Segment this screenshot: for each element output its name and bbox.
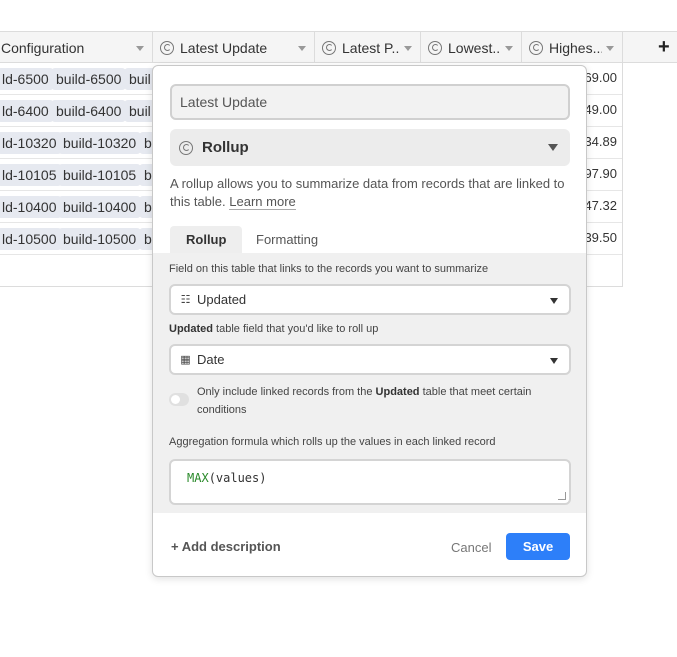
rollup-spiral-icon bbox=[428, 40, 442, 55]
highest-value-cell[interactable]: 34.89 bbox=[584, 134, 617, 149]
column-header-highest[interactable]: Highes... bbox=[522, 32, 623, 63]
field-type-label: Rollup bbox=[202, 139, 249, 156]
caret-down-icon bbox=[550, 358, 558, 364]
linked-record-chip[interactable]: ld-10320 bbox=[0, 132, 62, 154]
link-field-select[interactable]: ☷ Updated bbox=[169, 284, 571, 315]
column-header-latest-p[interactable]: Latest P... bbox=[315, 32, 421, 63]
field-name-input[interactable]: Latest Update bbox=[170, 84, 570, 120]
chevron-down-icon[interactable] bbox=[505, 44, 513, 52]
rollup-field-label: Updated table field that you'd like to r… bbox=[169, 323, 378, 335]
rollup-spiral-icon bbox=[179, 140, 193, 155]
cell-border bbox=[622, 127, 623, 159]
cell-border bbox=[622, 191, 623, 223]
rollup-field-label-text: table field that you'd like to roll up bbox=[213, 323, 379, 335]
linked-record-chip[interactable]: build-10320 bbox=[58, 132, 142, 154]
highest-value-cell[interactable]: 47.32 bbox=[584, 198, 617, 213]
caret-down-icon bbox=[548, 144, 558, 151]
cell-border bbox=[622, 223, 623, 255]
resize-handle[interactable] bbox=[558, 492, 566, 500]
column-header-configuration[interactable]: Configuration bbox=[0, 32, 153, 63]
condition-toggle-label: Only include linked records from the Upd… bbox=[197, 383, 552, 419]
aggregation-formula-input[interactable]: MAX(values) bbox=[169, 459, 571, 505]
linked-record-chip[interactable]: build-10105 bbox=[58, 164, 142, 186]
cancel-button[interactable]: Cancel bbox=[451, 540, 491, 555]
formula-args: (values) bbox=[208, 471, 267, 485]
cell-border bbox=[622, 159, 623, 191]
caret-down-icon bbox=[550, 298, 558, 304]
highest-value-cell[interactable]: 39.50 bbox=[584, 230, 617, 245]
linked-record-chip[interactable]: build-6500 bbox=[51, 68, 127, 90]
linked-record-chip[interactable]: ld-10500 bbox=[0, 228, 62, 250]
tab-formatting[interactable]: Formatting bbox=[240, 226, 334, 253]
link-field-label: Field on this table that links to the re… bbox=[169, 263, 489, 275]
add-description-button[interactable]: + Add description bbox=[171, 539, 281, 554]
rollup-field-value: Date bbox=[197, 352, 225, 367]
cell-border bbox=[622, 63, 623, 95]
column-header-label: Highes... bbox=[549, 39, 602, 56]
column-header-lowest[interactable]: Lowest... bbox=[421, 32, 522, 63]
column-header-label: Latest Update bbox=[180, 39, 268, 56]
column-header-latest-update[interactable]: Latest Update bbox=[153, 32, 315, 63]
rollup-settings-panel: Field on this table that links to the re… bbox=[153, 253, 586, 513]
tab-rollup[interactable]: Rollup bbox=[170, 226, 243, 253]
chevron-down-icon[interactable] bbox=[298, 44, 306, 52]
highest-value-cell[interactable]: 49.00 bbox=[584, 102, 617, 117]
aggregation-label: Aggregation formula which rolls up the v… bbox=[169, 436, 496, 448]
column-header-label: Lowest... bbox=[448, 39, 501, 56]
linked-record-chip[interactable]: ld-10105 bbox=[0, 164, 62, 186]
chevron-down-icon[interactable] bbox=[404, 44, 412, 52]
highest-value-cell[interactable]: 97.90 bbox=[584, 166, 617, 181]
field-config-dialog: Latest Update Rollup A rollup allows you… bbox=[152, 65, 587, 577]
rollup-field-label-table: Updated bbox=[169, 323, 213, 335]
linked-record-chip[interactable]: ld-10400 bbox=[0, 196, 62, 218]
column-header-label: Configuration bbox=[1, 39, 85, 56]
linked-record-chip[interactable]: ld-6400 bbox=[0, 100, 54, 122]
date-field-icon: ▦ bbox=[180, 354, 191, 366]
rollup-spiral-icon bbox=[322, 40, 336, 55]
linked-records-icon: ☷ bbox=[180, 294, 191, 306]
rollup-spiral-icon bbox=[529, 40, 543, 55]
formula-function: MAX bbox=[187, 471, 209, 485]
linked-record-chip[interactable]: ld-6500 bbox=[0, 68, 54, 90]
add-column-button[interactable]: + bbox=[658, 36, 670, 59]
field-type-description: A rollup allows you to summarize data fr… bbox=[170, 175, 575, 211]
linked-record-chip[interactable]: build-6400 bbox=[51, 100, 127, 122]
link-field-value: Updated bbox=[197, 292, 247, 307]
highest-value-cell[interactable]: 69.00 bbox=[584, 70, 617, 85]
grid-header-row: Configuration Latest Update Latest P... … bbox=[0, 31, 677, 63]
linked-record-chip[interactable]: build-10500 bbox=[58, 228, 142, 250]
rollup-field-select[interactable]: ▦ Date bbox=[169, 344, 571, 375]
condition-toggle[interactable] bbox=[169, 393, 189, 406]
field-type-select[interactable]: Rollup bbox=[170, 129, 570, 166]
learn-more-link[interactable]: Learn more bbox=[229, 194, 296, 210]
condition-label-table: Updated bbox=[375, 386, 420, 398]
column-header-label: Latest P... bbox=[342, 39, 400, 56]
save-button[interactable]: Save bbox=[506, 533, 570, 560]
chevron-down-icon[interactable] bbox=[136, 44, 144, 52]
dialog-footer: + Add description Cancel Save bbox=[153, 513, 586, 576]
chevron-down-icon[interactable] bbox=[606, 44, 614, 52]
cell-border bbox=[622, 95, 623, 127]
linked-record-chip[interactable]: build-10400 bbox=[58, 196, 142, 218]
rollup-spiral-icon bbox=[160, 40, 174, 55]
condition-label-part: Only include linked records from the bbox=[197, 386, 376, 398]
